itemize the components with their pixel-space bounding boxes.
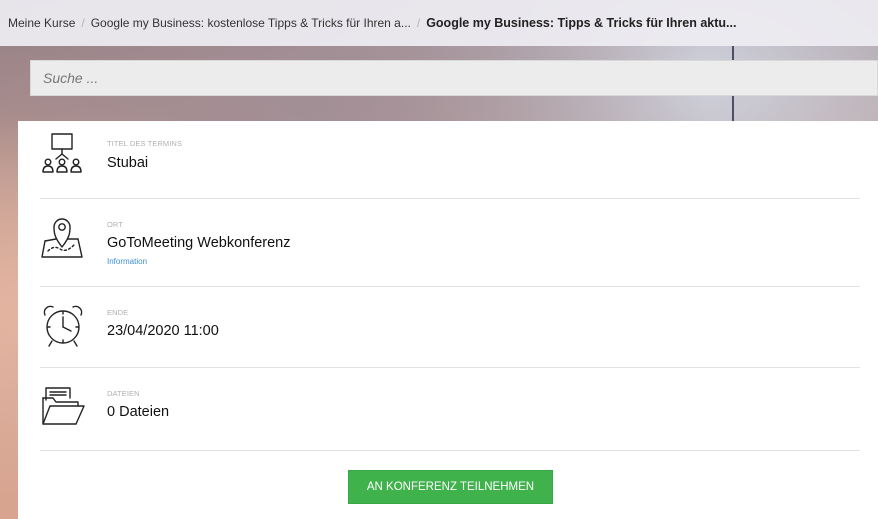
event-location-label: ORT	[107, 220, 123, 229]
event-files-value: 0 Dateien	[107, 404, 170, 420]
event-location-value: GoToMeeting Webkonferenz	[107, 235, 291, 251]
folder-icon	[40, 384, 86, 430]
presentation-audience-icon	[40, 132, 86, 178]
event-details-card: TITEL DES TERMINS Stubai ORT GoToMeeting…	[18, 121, 878, 519]
join-conference-button[interactable]: AN KONFERENZ TEILNEHMEN	[348, 470, 553, 504]
breadcrumb-separator: /	[81, 16, 85, 30]
alarm-clock-icon	[40, 303, 86, 349]
location-information-link[interactable]: Information	[107, 257, 147, 266]
breadcrumb-separator: /	[416, 16, 421, 30]
map-pin-icon	[40, 215, 86, 261]
event-title-value: Stubai	[107, 155, 149, 171]
event-location-row: ORT GoToMeeting Webkonferenz Information	[40, 198, 860, 287]
event-title-label: TITEL DES TERMINS	[107, 139, 183, 148]
event-end-label: ENDE	[107, 308, 129, 317]
event-files-label: DATEIEN	[107, 389, 140, 398]
event-title-row: TITEL DES TERMINS Stubai	[40, 121, 860, 199]
breadcrumb-item-current: Google my Business: Tipps & Tricks für I…	[426, 16, 737, 30]
event-end-value: 23/04/2020 11:00	[107, 323, 219, 339]
event-files-row: DATEIEN 0 Dateien	[40, 367, 860, 451]
breadcrumb: Meine Kurse / Google my Business: kosten…	[0, 0, 878, 46]
breadcrumb-item-meine-kurse[interactable]: Meine Kurse	[8, 16, 75, 30]
search-input[interactable]	[30, 60, 878, 96]
breadcrumb-item-course[interactable]: Google my Business: kostenlose Tipps & T…	[91, 16, 411, 30]
event-end-row: ENDE 23/04/2020 11:00	[40, 286, 860, 368]
